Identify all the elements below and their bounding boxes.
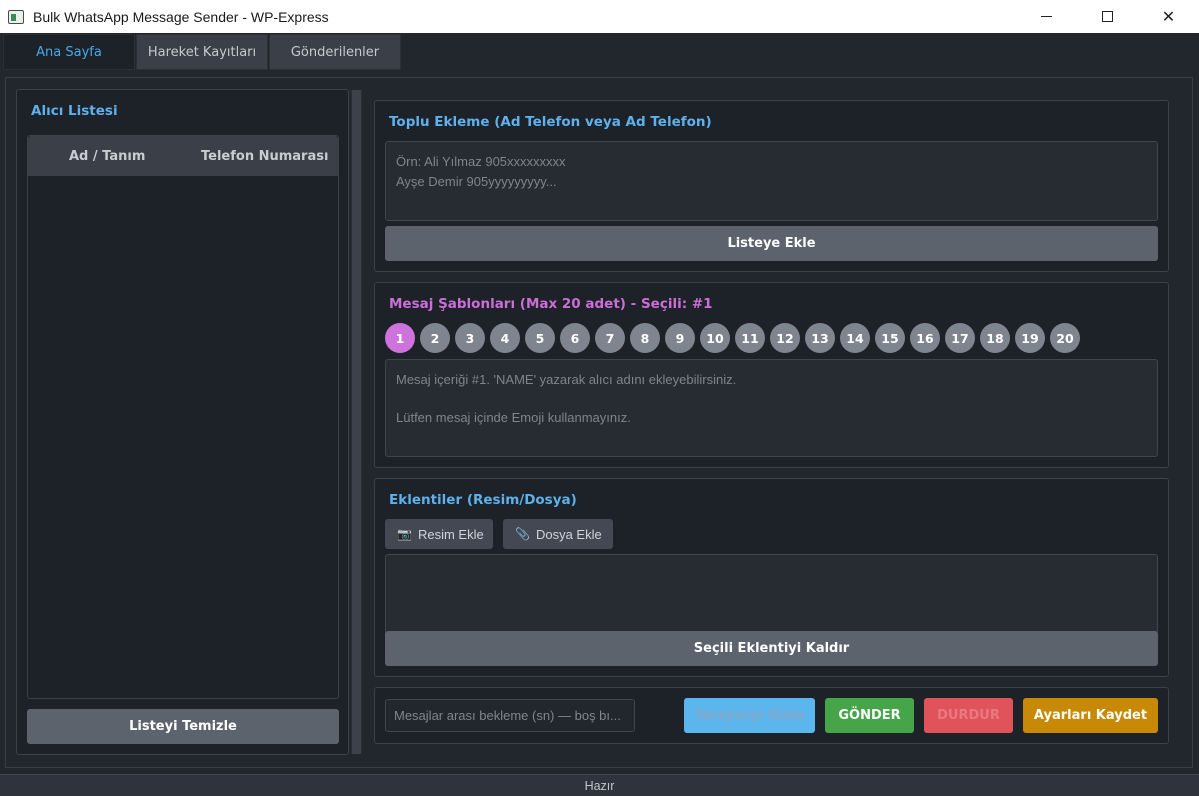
save-settings-button[interactable]: Ayarları Kaydet <box>1023 698 1158 733</box>
close-icon: ✕ <box>1161 7 1176 26</box>
column-name-header[interactable]: Ad / Tanım <box>69 149 145 164</box>
template-button-9[interactable]: 9 <box>665 323 695 353</box>
close-button[interactable]: ✕ <box>1138 0 1199 33</box>
recipient-table-header: Ad / Tanım Telefon Numarası <box>28 136 338 176</box>
stop-button[interactable]: DURDUR <box>924 698 1013 733</box>
template-button-15[interactable]: 15 <box>875 323 905 353</box>
template-button-1[interactable]: 1 <box>385 323 415 353</box>
paperclip-icon: 📎 <box>515 527 530 541</box>
template-button-4[interactable]: 4 <box>490 323 520 353</box>
templates-title: Mesaj Şablonları (Max 20 adet) - Seçili:… <box>389 296 713 312</box>
template-button-10[interactable]: 10 <box>700 323 730 353</box>
remove-attachment-button[interactable]: Seçili Eklentiyi Kaldır <box>385 631 1158 666</box>
message-textarea[interactable]: Mesaj içeriği #1. 'NAME' yazarak alıcı a… <box>385 359 1158 457</box>
template-button-8[interactable]: 8 <box>630 323 660 353</box>
template-button-6[interactable]: 6 <box>560 323 590 353</box>
template-button-17[interactable]: 17 <box>945 323 975 353</box>
attachment-list[interactable] <box>385 554 1158 634</box>
template-button-18[interactable]: 18 <box>980 323 1010 353</box>
clear-list-button[interactable]: Listeyi Temizle <box>27 709 339 744</box>
hide-browser-button[interactable]: Tarayıcıyı Gizle <box>684 698 815 733</box>
template-button-7[interactable]: 7 <box>595 323 625 353</box>
tab-hareket-kayitlari[interactable]: Hareket Kayıtları <box>136 34 268 70</box>
bulk-add-placeholder-line1: Örn: Ali Yılmaz 905xxxxxxxxx <box>396 154 566 169</box>
minimize-button[interactable] <box>1016 0 1077 33</box>
template-button-20[interactable]: 20 <box>1050 323 1080 353</box>
recipient-list-title: Alıcı Listesi <box>31 103 118 119</box>
maximize-icon <box>1102 11 1113 22</box>
template-button-16[interactable]: 16 <box>910 323 940 353</box>
message-placeholder-line2: Lütfen mesaj içinde Emoji kullanmayınız. <box>396 410 631 425</box>
attachments-title: Eklentiler (Resim/Dosya) <box>389 492 577 508</box>
bulk-add-textarea[interactable]: Örn: Ali Yılmaz 905xxxxxxxxx Ayşe Demir … <box>385 141 1158 221</box>
tab-bar: Ana Sayfa Hareket Kayıtları Gönderilenle… <box>0 33 1199 71</box>
maximize-button[interactable] <box>1077 0 1138 33</box>
message-placeholder-line1: Mesaj içeriği #1. 'NAME' yazarak alıcı a… <box>396 372 737 387</box>
add-file-label: Dosya Ekle <box>535 526 602 542</box>
add-to-list-button[interactable]: Listeye Ekle <box>385 226 1158 261</box>
camera-icon: 📷 <box>397 527 412 541</box>
recipient-table[interactable] <box>27 135 339 699</box>
column-phone-header[interactable]: Telefon Numarası <box>201 149 328 164</box>
add-image-button[interactable]: 📷 Resim Ekle <box>385 519 493 549</box>
send-button[interactable]: GÖNDER <box>825 698 914 733</box>
tab-ana-sayfa[interactable]: Ana Sayfa <box>3 34 135 70</box>
add-image-label: Resim Ekle <box>417 526 484 542</box>
delay-input[interactable]: Mesajlar arası bekleme (sn) — boş bı... <box>385 699 635 732</box>
tab-gonderilenler[interactable]: Gönderilenler <box>269 34 401 70</box>
template-button-13[interactable]: 13 <box>805 323 835 353</box>
status-text: Hazır <box>584 778 615 793</box>
minimize-icon <box>1041 16 1052 17</box>
template-button-12[interactable]: 12 <box>770 323 800 353</box>
bulk-add-title: Toplu Ekleme (Ad Telefon veya Ad Telefon… <box>389 114 712 130</box>
window-title: Bulk WhatsApp Message Sender - WP-Expres… <box>33 8 329 25</box>
template-button-3[interactable]: 3 <box>455 323 485 353</box>
template-button-14[interactable]: 14 <box>840 323 870 353</box>
title-bar: Bulk WhatsApp Message Sender - WP-Expres… <box>0 0 1199 33</box>
status-bar: Hazır <box>0 774 1199 796</box>
template-button-19[interactable]: 19 <box>1015 323 1045 353</box>
app-icon <box>8 9 24 24</box>
panel-splitter[interactable] <box>351 90 362 754</box>
template-button-5[interactable]: 5 <box>525 323 555 353</box>
add-file-button[interactable]: 📎 Dosya Ekle <box>503 519 613 549</box>
template-button-2[interactable]: 2 <box>420 323 450 353</box>
template-button-11[interactable]: 11 <box>735 323 765 353</box>
bulk-add-placeholder-line2: Ayşe Demir 905yyyyyyyyy... <box>396 174 557 189</box>
